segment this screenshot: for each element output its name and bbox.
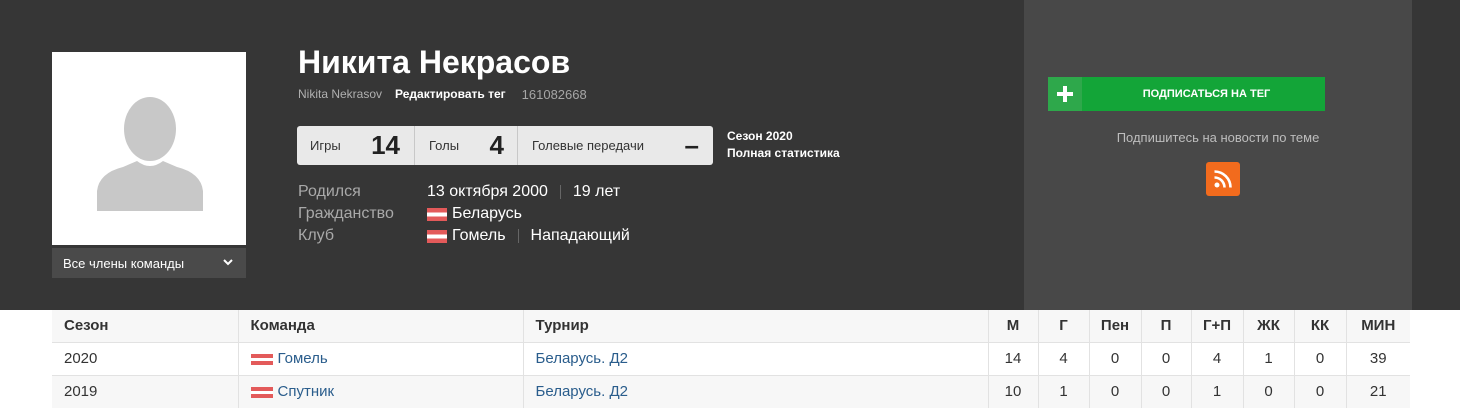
col-red-cards[interactable]: КК <box>1294 310 1347 342</box>
goals-stat: Голы 4 <box>415 126 518 165</box>
cell-season: 2020 <box>52 341 239 375</box>
rss-button[interactable] <box>1206 162 1240 196</box>
rss-icon <box>1214 170 1232 188</box>
tournament-link[interactable]: Беларусь. Д2 <box>536 383 628 400</box>
table-row: 2019 Спутник Беларусь. Д2 10 1 0 0 1 0 0… <box>52 374 1410 408</box>
games-label: Игры <box>310 138 341 153</box>
cell-team: Спутник <box>238 374 524 408</box>
citizenship-row: Гражданство Беларусь <box>298 203 630 225</box>
cell-goals-assists: 1 <box>1191 374 1244 408</box>
subscribe-label: ПОДПИСАТЬСЯ НА ТЕГ <box>1082 77 1325 111</box>
cell-goals: 4 <box>1038 341 1090 375</box>
player-info: Родился 13 октября 2000 19 лет Гражданст… <box>298 181 630 247</box>
cell-minutes: 39 <box>1346 341 1410 375</box>
belarus-flag-icon <box>250 353 273 365</box>
team-members-label: Все члены команды <box>63 255 185 271</box>
team-link[interactable]: Гомель <box>278 350 328 367</box>
citizenship-value: Беларусь <box>427 205 522 223</box>
club-row: Клуб Гомель Нападающий <box>298 225 630 247</box>
assists-label: Голевые передачи <box>532 138 645 153</box>
season-stats-box: Игры 14 Голы 4 Голевые передачи – <box>297 126 713 165</box>
games-stat: Игры 14 <box>297 126 415 165</box>
col-goals[interactable]: Г <box>1038 310 1090 342</box>
col-yellow-cards[interactable]: ЖК <box>1243 310 1295 342</box>
player-id: 161082668 <box>521 87 587 102</box>
cell-matches: 10 <box>988 374 1039 408</box>
col-minutes[interactable]: МИН <box>1346 310 1410 342</box>
assists-value: – <box>684 130 699 160</box>
club-link[interactable]: Гомель <box>452 227 506 245</box>
cell-penalties: 0 <box>1089 341 1142 375</box>
person-silhouette-icon <box>97 97 203 211</box>
club-label: Клуб <box>298 227 334 244</box>
assists-stat: Голевые передачи – <box>518 126 713 165</box>
col-goals-assists[interactable]: Г+П <box>1191 310 1244 342</box>
divider <box>559 185 561 199</box>
player-name: Никита Некрасов <box>298 44 571 80</box>
belarus-flag-icon <box>427 207 447 221</box>
cell-team: Гомель <box>238 341 524 375</box>
cell-tournament: Беларусь. Д2 <box>523 374 989 408</box>
player-photo <box>52 52 246 245</box>
born-value: 13 октября 2000 19 лет <box>427 183 620 201</box>
table-header-row: Сезон Команда Турнир М Г Пен П Г+П ЖК КК… <box>52 310 1410 342</box>
belarus-flag-icon <box>250 386 273 398</box>
goals-value: 4 <box>489 130 504 160</box>
cell-penalties: 0 <box>1089 374 1142 408</box>
cell-yellow-cards: 0 <box>1243 374 1295 408</box>
citizenship: Беларусь <box>452 205 522 222</box>
cell-yellow-cards: 1 <box>1243 341 1295 375</box>
chevron-down-icon <box>223 259 233 266</box>
cell-assists: 0 <box>1141 374 1192 408</box>
born-label: Родился <box>298 183 361 200</box>
edit-tag-link[interactable]: Редактировать тег <box>395 87 506 102</box>
cell-red-cards: 0 <box>1294 341 1347 375</box>
col-tournament[interactable]: Турнир <box>523 310 989 342</box>
player-subline: Nikita Nekrasov Редактировать тег 161082… <box>298 87 587 102</box>
goals-label: Голы <box>429 138 460 153</box>
age: 19 лет <box>572 183 621 200</box>
tournament-link[interactable]: Беларусь. Д2 <box>536 350 628 367</box>
cell-assists: 0 <box>1141 341 1192 375</box>
right-strip <box>1412 0 1460 310</box>
divider <box>517 229 519 243</box>
plus-icon <box>1048 77 1082 111</box>
cell-tournament: Беларусь. Д2 <box>523 341 989 375</box>
citizenship-label: Гражданство <box>298 205 394 222</box>
col-matches[interactable]: М <box>988 310 1039 342</box>
team-members-dropdown[interactable]: Все члены команды <box>52 248 246 278</box>
team-link[interactable]: Спутник <box>278 383 335 400</box>
subscribe-panel <box>1024 0 1412 310</box>
cell-red-cards: 0 <box>1294 374 1347 408</box>
latin-name: Nikita Nekrasov <box>298 87 383 101</box>
col-season[interactable]: Сезон <box>52 310 239 342</box>
season-link[interactable]: Сезон 2020 <box>727 128 840 145</box>
col-assists[interactable]: П <box>1141 310 1192 342</box>
cell-goals-assists: 4 <box>1191 341 1244 375</box>
table-row: 2020 Гомель Беларусь. Д2 14 4 0 0 4 1 0 … <box>52 341 1410 375</box>
subscribe-hint: Подпишитесь на новости по теме <box>1116 130 1320 145</box>
cell-goals: 1 <box>1038 374 1090 408</box>
full-stats-link[interactable]: Полная статистика <box>727 145 840 162</box>
col-penalties[interactable]: Пен <box>1089 310 1142 342</box>
born-row: Родился 13 октября 2000 19 лет <box>298 181 630 203</box>
cell-minutes: 21 <box>1346 374 1410 408</box>
position: Нападающий <box>530 227 630 244</box>
col-team[interactable]: Команда <box>238 310 524 342</box>
games-value: 14 <box>371 130 400 160</box>
born-date: 13 октября 2000 <box>427 183 548 200</box>
club-value: Гомель Нападающий <box>427 227 630 245</box>
cell-matches: 14 <box>988 341 1039 375</box>
subscribe-button[interactable]: ПОДПИСАТЬСЯ НА ТЕГ <box>1048 77 1325 111</box>
season-links: Сезон 2020 Полная статистика <box>727 128 840 162</box>
career-stats-table: Сезон Команда Турнир М Г Пен П Г+П ЖК КК… <box>52 310 1410 408</box>
cell-season: 2019 <box>52 374 239 408</box>
belarus-flag-icon <box>427 229 447 243</box>
